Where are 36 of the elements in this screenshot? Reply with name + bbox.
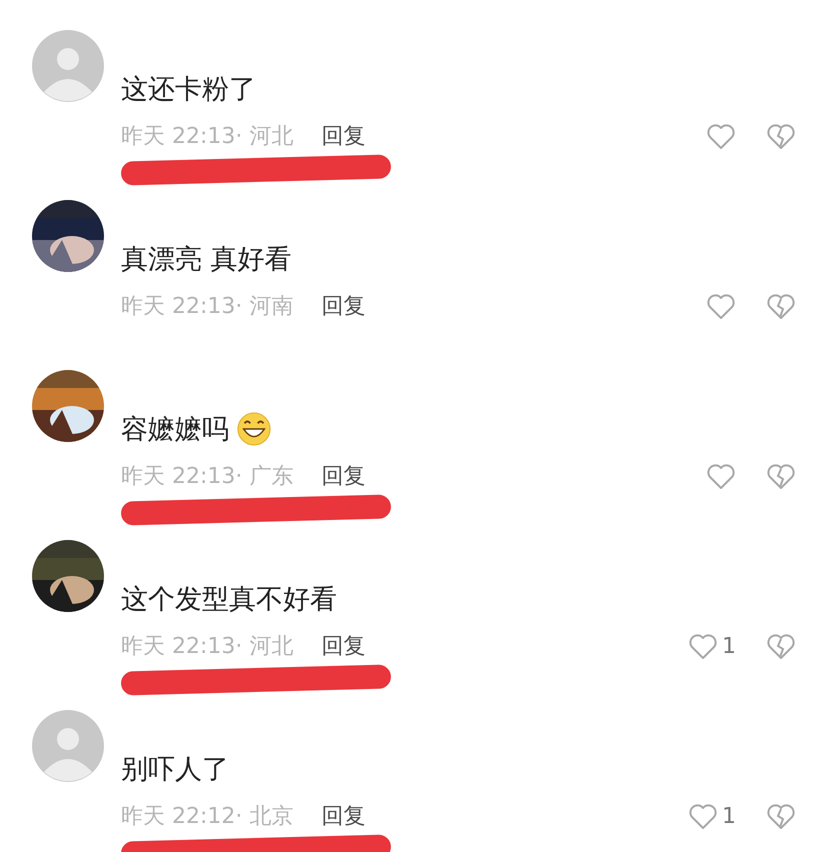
heart-icon xyxy=(706,462,736,490)
reply-link[interactable]: 回复 xyxy=(321,121,366,151)
default-avatar-icon xyxy=(32,710,104,782)
dislike-button[interactable] xyxy=(766,632,796,660)
broken-heart-icon xyxy=(766,802,796,830)
like-count: 1 xyxy=(722,634,736,658)
comment-text: 别吓人了 xyxy=(121,753,229,787)
heart-icon xyxy=(688,802,718,830)
broken-heart-icon xyxy=(766,292,796,320)
comment-time: 昨天 22:13· 广东 xyxy=(121,463,294,491)
like-button[interactable]: 1 xyxy=(672,632,736,660)
reply-link[interactable]: 回复 xyxy=(321,291,366,321)
comment-time: 昨天 22:13· 河南 xyxy=(121,293,294,321)
heart-icon xyxy=(688,632,718,660)
comment-time: 昨天 22:13· 河北 xyxy=(121,123,294,151)
comment-text: 真漂亮 真好看 xyxy=(121,243,292,277)
broken-heart-icon xyxy=(766,632,796,660)
dislike-button[interactable] xyxy=(766,122,796,150)
comment-text: 这个发型真不好看 xyxy=(121,583,337,617)
dislike-button[interactable] xyxy=(766,292,796,320)
comment-time: 昨天 22:12· 北京 xyxy=(121,803,294,831)
heart-icon xyxy=(706,292,736,320)
like-button[interactable]: 1 xyxy=(672,802,736,830)
like-count: 1 xyxy=(722,804,736,828)
reply-link[interactable]: 回复 xyxy=(321,801,366,831)
dislike-button[interactable] xyxy=(766,462,796,490)
reply-link[interactable]: 回复 xyxy=(321,461,366,491)
broken-heart-icon xyxy=(766,462,796,490)
heart-icon xyxy=(706,122,736,150)
comment-text: 容嬷嬷吗 xyxy=(121,413,229,447)
reply-link[interactable]: 回复 xyxy=(321,631,366,661)
comment-time: 昨天 22:13· 河北 xyxy=(121,633,294,661)
comment-text: 这还卡粉了 xyxy=(121,73,256,107)
broken-heart-icon xyxy=(766,122,796,150)
default-avatar-icon xyxy=(32,30,104,102)
dislike-button[interactable] xyxy=(766,802,796,830)
